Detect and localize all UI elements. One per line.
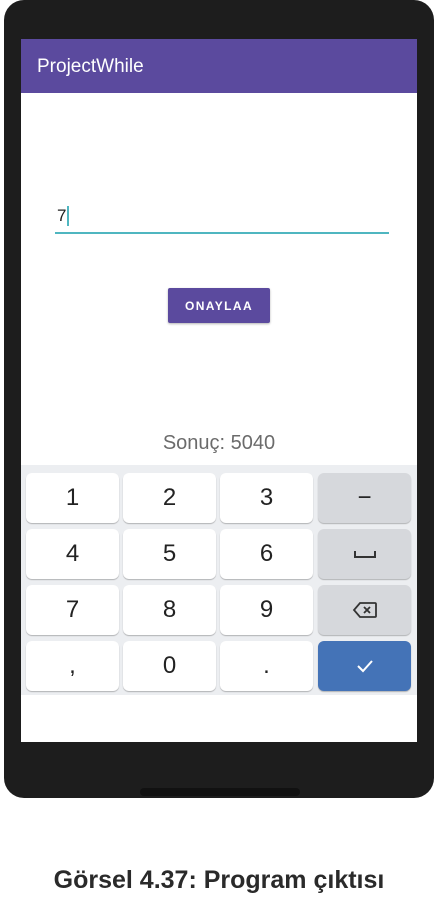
- key-0[interactable]: 0: [123, 641, 216, 691]
- phone-bottom-bar: [140, 788, 300, 796]
- app-bar: ProjectWhile: [21, 39, 417, 93]
- app-title: ProjectWhile: [37, 56, 144, 77]
- figure-caption: Görsel 4.37: Program çıktısı: [53, 866, 385, 894]
- backspace-key[interactable]: [318, 585, 411, 635]
- key-period[interactable]: .: [220, 641, 313, 691]
- backspace-icon: [352, 601, 378, 619]
- numeric-keyboard: 1 2 3 − 4 5 6 7 8 9 , 0 .: [21, 465, 417, 695]
- key-7[interactable]: 7: [26, 585, 119, 635]
- key-6[interactable]: 6: [220, 529, 313, 579]
- confirm-button[interactable]: ONAYLAA: [168, 288, 270, 323]
- enter-key[interactable]: [318, 641, 411, 691]
- key-3[interactable]: 3: [220, 473, 313, 523]
- number-input[interactable]: 7: [55, 206, 389, 234]
- key-2[interactable]: 2: [123, 473, 216, 523]
- key-5[interactable]: 5: [123, 529, 216, 579]
- space-key[interactable]: [318, 529, 411, 579]
- space-icon: [353, 549, 377, 559]
- check-icon: [356, 659, 374, 673]
- app-screen: ProjectWhile 7 ONAYLAA Sonuç: 5040 1 2 3…: [21, 39, 417, 742]
- text-cursor: [67, 206, 69, 226]
- key-1[interactable]: 1: [26, 473, 119, 523]
- number-input-value: 7: [57, 206, 67, 225]
- key-minus[interactable]: −: [318, 473, 411, 523]
- key-9[interactable]: 9: [220, 585, 313, 635]
- key-4[interactable]: 4: [26, 529, 119, 579]
- key-8[interactable]: 8: [123, 585, 216, 635]
- key-comma[interactable]: ,: [26, 641, 119, 691]
- result-text: Sonuç: 5040: [162, 432, 276, 454]
